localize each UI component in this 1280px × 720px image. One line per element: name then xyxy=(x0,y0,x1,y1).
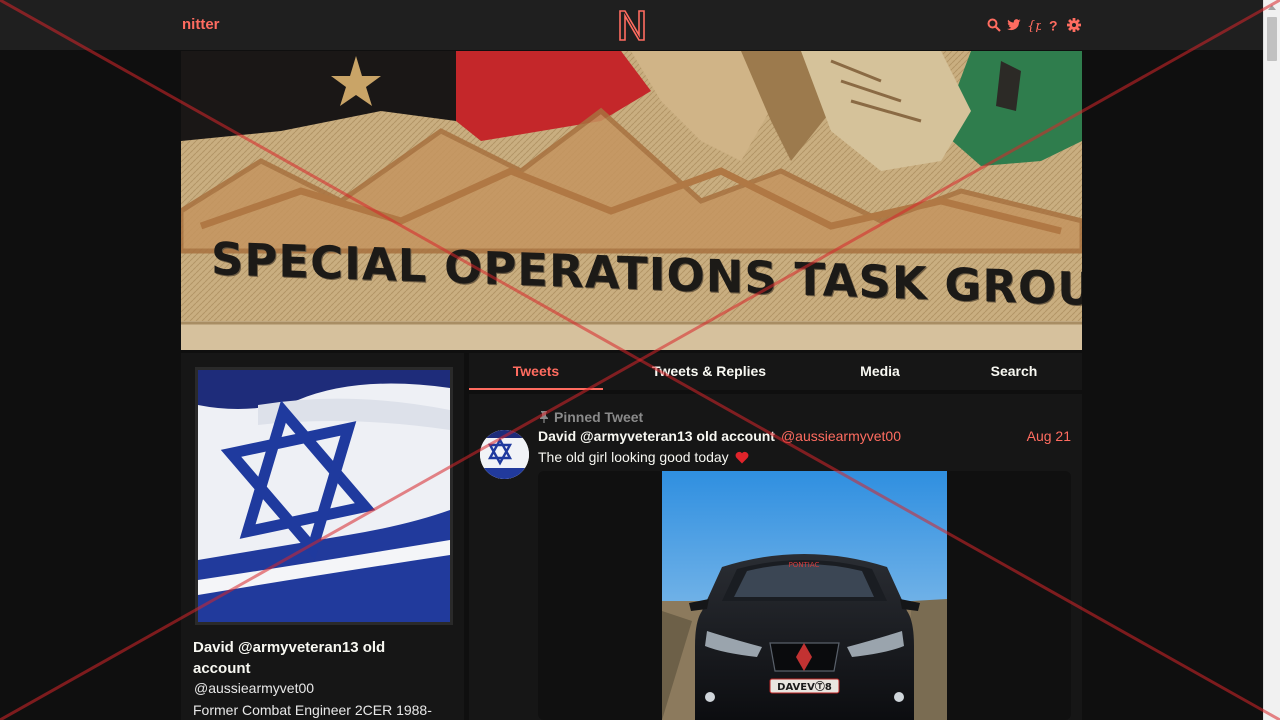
search-icon[interactable] xyxy=(987,18,1001,32)
tweet-text: The old girl looking good today xyxy=(538,449,749,465)
windshield-banner-text: PONTIAC xyxy=(789,561,820,569)
israel-flag-image xyxy=(198,370,450,622)
tab-tweets-replies[interactable]: Tweets & Replies xyxy=(639,353,779,390)
page-scrollbar[interactable] xyxy=(1263,0,1280,720)
svg-text:{p: {p xyxy=(1027,19,1041,32)
tweet-avatar-image xyxy=(480,430,529,479)
tweet-body: The old girl looking good today xyxy=(538,449,729,465)
profile-banner[interactable]: SPECIAL OPERATIONS TASK GROUP xyxy=(181,51,1082,350)
scroll-up-arrow-icon[interactable] xyxy=(1268,5,1276,10)
profile-avatar[interactable] xyxy=(195,367,453,625)
twitter-icon[interactable] xyxy=(1007,18,1021,32)
profile-card: David @armyveteran13 old account @aussie… xyxy=(181,353,464,720)
tweet-header: David @armyveteran13 old account @aussie… xyxy=(538,428,1071,444)
profile-bio: Former Combat Engineer 2CER 1988- xyxy=(193,702,432,718)
nav-icon-group: {p ? xyxy=(987,15,1081,35)
tweet-media-container: PONTIAC DAVEVⓉ8 xyxy=(538,471,1071,720)
timeline-tabs: Tweets Tweets & Replies Media Search xyxy=(469,353,1082,390)
profile-fullname[interactable]: David @armyveteran13 old account xyxy=(193,637,433,679)
tweet-date[interactable]: Aug 21 xyxy=(1027,428,1071,444)
nitter-logo-icon[interactable] xyxy=(617,8,647,42)
pinned-label: Pinned Tweet xyxy=(554,409,644,425)
timeline: Pinned Tweet David @armyveteran13 old ac… xyxy=(469,394,1082,720)
tab-media[interactable]: Media xyxy=(839,353,921,390)
rss-icon[interactable]: {p xyxy=(1027,18,1041,32)
number-plate-text: DAVEVⓉ8 xyxy=(777,680,832,693)
pin-icon xyxy=(540,411,548,423)
profile-username[interactable]: @aussiearmyvet00 xyxy=(194,680,314,696)
tweet-avatar[interactable] xyxy=(480,430,529,479)
help-icon[interactable]: ? xyxy=(1047,18,1061,32)
gear-icon[interactable] xyxy=(1067,18,1081,32)
tweet-username[interactable]: @aussiearmyvet00 xyxy=(781,428,901,444)
scroll-thumb[interactable] xyxy=(1267,17,1277,61)
svg-text:?: ? xyxy=(1049,18,1058,32)
pinned-indicator: Pinned Tweet xyxy=(538,409,643,425)
car-photo: PONTIAC DAVEVⓉ8 xyxy=(662,471,947,720)
tweet-fullname[interactable]: David @armyveteran13 old account xyxy=(538,428,775,444)
tab-tweets[interactable]: Tweets xyxy=(469,353,603,390)
tab-search[interactable]: Search xyxy=(979,353,1049,390)
top-navbar: nitter {p ? xyxy=(0,0,1263,50)
tweet-media-image[interactable]: PONTIAC DAVEVⓉ8 xyxy=(662,471,947,720)
heart-icon xyxy=(735,451,749,463)
brand-link[interactable]: nitter xyxy=(182,16,220,33)
